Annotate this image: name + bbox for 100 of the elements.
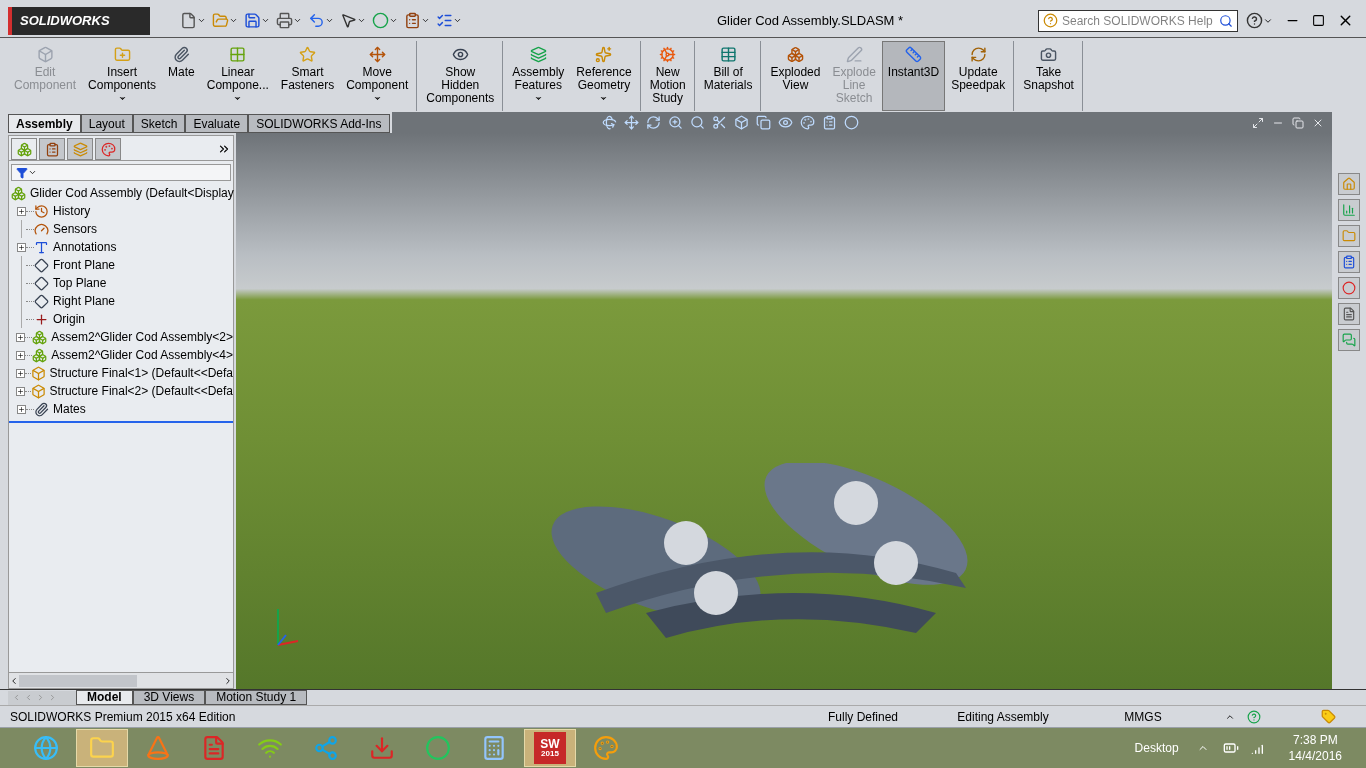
expand-box[interactable] (16, 404, 26, 414)
ribbon-button[interactable]: Move Component (340, 41, 415, 111)
panel-tab[interactable] (39, 138, 65, 160)
tree-item[interactable]: Sensors (53, 220, 98, 238)
caret-icon[interactable] (372, 94, 382, 103)
circle-icon (843, 115, 859, 130)
task-pane-button[interactable] (1338, 251, 1360, 273)
tree-item[interactable]: Top Plane (53, 274, 107, 292)
caret-icon[interactable] (453, 16, 462, 25)
panel-tab[interactable] (11, 138, 37, 160)
expand-box[interactable] (16, 242, 26, 252)
tree-item[interactable]: Assem2^Glider Cod Assembly<2> (51, 328, 233, 346)
expand-box[interactable] (16, 368, 25, 378)
caret-icon[interactable] (117, 94, 127, 103)
plane-icon (34, 293, 49, 309)
expand-icon[interactable] (217, 142, 231, 156)
restore-icon[interactable] (1292, 116, 1304, 129)
gear-icon (659, 46, 677, 63)
tree-item[interactable]: Right Plane (53, 292, 116, 310)
expand-box[interactable] (16, 206, 26, 216)
caret-icon[interactable] (293, 16, 302, 25)
caret-icon[interactable] (533, 94, 543, 103)
tree-item[interactable]: Annotations (53, 238, 117, 256)
task-pane-button[interactable] (1338, 329, 1360, 351)
tree-item[interactable]: Structure Final<1> (Default<<Defa (49, 364, 233, 382)
tree-item[interactable]: Assem2^Glider Cod Assembly<4> (51, 346, 233, 364)
ribbon-button[interactable]: Bill of Materials (697, 41, 759, 111)
bottom-tab[interactable]: 3D Views (132, 690, 206, 705)
camera-icon (1040, 46, 1058, 63)
ribbon-button[interactable]: Assembly Features (506, 41, 571, 111)
expand-box[interactable] (16, 386, 25, 396)
clock-date[interactable]: 14/4/2016 (1288, 748, 1342, 764)
caret-icon[interactable] (28, 168, 37, 177)
sparkle-icon (595, 46, 613, 63)
ribbon-button[interactable]: Reference Geometry (570, 41, 638, 111)
tree-root[interactable]: Glider Cod Assembly (Default<Display (30, 184, 234, 202)
expand-box[interactable] (16, 332, 25, 342)
tree-item[interactable]: History (53, 202, 91, 220)
pan-icon (623, 115, 639, 130)
help-icon[interactable] (1246, 12, 1263, 29)
tree-item[interactable]: Structure Final<2> (Default<<Defa (49, 382, 233, 400)
task-pane-button[interactable] (1338, 277, 1360, 299)
scroll-bar[interactable] (9, 672, 233, 688)
plane-icon (34, 257, 49, 273)
ribbon-button[interactable]: Smart Fasteners (274, 41, 341, 111)
expand-box[interactable] (16, 350, 25, 360)
ribbon-button[interactable]: Mate (162, 41, 201, 111)
clock-time[interactable]: 7:38 PM (1292, 732, 1338, 748)
tree-item[interactable]: Origin (53, 310, 85, 328)
ribbon-button[interactable]: Insert Components (82, 41, 163, 111)
tree-item[interactable]: Front Plane (53, 256, 116, 274)
print-icon (276, 12, 293, 29)
document-icon (201, 735, 227, 761)
search-field[interactable]: Search SOLIDWORKS Help (1038, 9, 1238, 32)
star-icon (299, 46, 316, 63)
split-icon[interactable] (1252, 116, 1264, 129)
command-tab[interactable]: Layout (80, 114, 133, 133)
undo-icon (308, 12, 325, 29)
ribbon-button[interactable]: Linear Compone... (200, 41, 275, 111)
command-tab[interactable]: SOLIDWORKS Add-Ins (248, 114, 390, 133)
tree-item[interactable]: Mates (53, 400, 86, 418)
caret-icon[interactable] (389, 16, 398, 25)
caret-icon[interactable] (421, 16, 430, 25)
command-tab[interactable]: Assembly (8, 114, 81, 133)
task-pane-button[interactable] (1338, 173, 1360, 195)
caret-icon[interactable] (325, 16, 334, 25)
task-pane-button[interactable] (1338, 303, 1360, 325)
search-icon[interactable] (1219, 13, 1233, 28)
folder-icon (89, 735, 115, 761)
move-icon (368, 46, 386, 63)
caret-icon[interactable] (233, 94, 243, 103)
eye-icon (777, 115, 793, 130)
bottom-tab[interactable]: Model (76, 690, 133, 705)
caret-icon[interactable] (197, 16, 206, 25)
boxes-icon (786, 46, 804, 63)
maximize-icon[interactable] (1312, 14, 1325, 27)
task-pane-button[interactable] (1338, 225, 1360, 247)
bottom-tab[interactable]: Motion Study 1 (205, 690, 308, 705)
ribbon-button[interactable]: Show Hidden Components (420, 41, 501, 111)
taskbar-app[interactable]: SW 2015 (524, 729, 576, 767)
caret-icon[interactable] (229, 16, 238, 25)
ribbon-button[interactable]: Take Snapshot (1017, 41, 1080, 111)
ribbon-button[interactable]: New Motion Study (643, 41, 692, 111)
panel-tab[interactable] (95, 138, 121, 160)
task-pane-button[interactable] (1338, 199, 1360, 221)
caret-icon[interactable] (599, 94, 609, 103)
caret-icon[interactable] (357, 16, 366, 25)
ribbon-button[interactable]: Exploded View (764, 41, 827, 111)
desktop-label[interactable]: Desktop (1134, 739, 1179, 757)
app-logo[interactable]: SOLIDWORKS (8, 6, 150, 35)
caret-icon[interactable] (261, 16, 270, 25)
battery-icon[interactable] (1222, 740, 1239, 756)
ribbon-button[interactable]: Update Speedpak (945, 41, 1012, 111)
status-text: Editing Assembly (956, 708, 1050, 726)
view-icon (755, 115, 771, 130)
ribbon-button[interactable]: Instant3D (881, 41, 946, 111)
cone-icon (145, 735, 171, 761)
command-tab[interactable]: Evaluate (185, 114, 249, 133)
section-icon (711, 115, 727, 130)
command-tab[interactable]: Sketch (132, 114, 186, 133)
